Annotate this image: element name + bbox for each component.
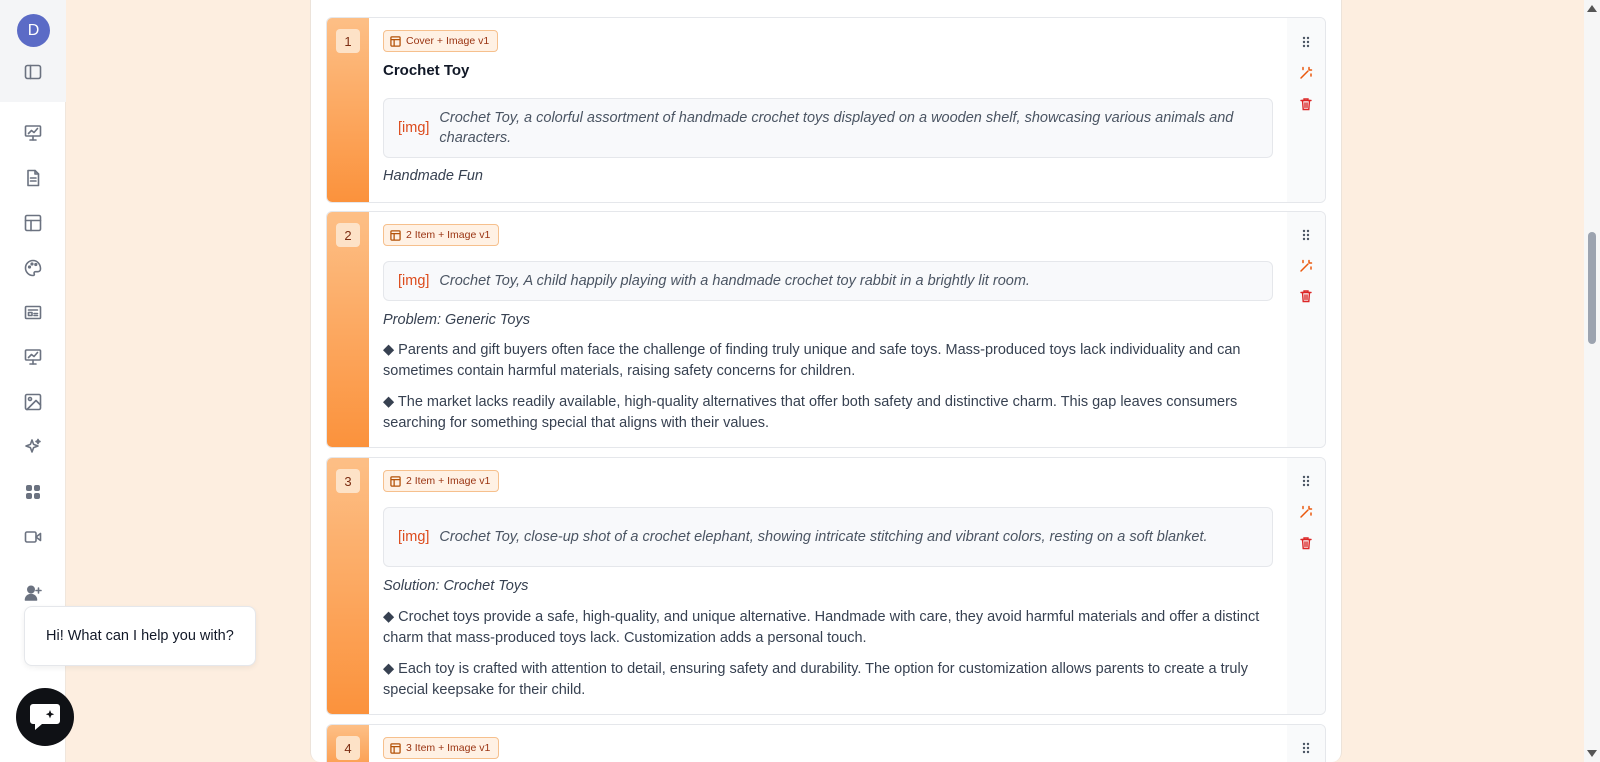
scroll-down-icon[interactable]	[1587, 750, 1597, 757]
layout-tag[interactable]: 3 Item + Image v1	[383, 737, 500, 759]
apps-icon[interactable]	[22, 481, 44, 503]
delete-icon[interactable]	[1297, 534, 1315, 552]
drag-handle-icon[interactable]	[1297, 226, 1315, 244]
delete-icon[interactable]	[1297, 95, 1315, 113]
layout-tag[interactable]: 2 Item + Image v1	[383, 224, 500, 246]
image-prompt-box[interactable]: [img] Crochet Toy, close-up shot of a cr…	[383, 507, 1273, 567]
image-prompt[interactable]: Crochet Toy, close-up shot of a crochet …	[439, 527, 1207, 547]
layout-icon	[390, 742, 401, 754]
slide-actions	[1287, 18, 1325, 202]
scrollbar-thumb[interactable]	[1588, 232, 1596, 344]
img-tag: [img]	[398, 273, 430, 289]
magic-wand-icon[interactable]	[1297, 257, 1315, 275]
document-icon[interactable]	[22, 167, 44, 189]
layout-tag[interactable]: Cover + Image v1	[383, 30, 499, 52]
add-user-icon[interactable]	[22, 582, 44, 604]
slide-card[interactable]: 4 3 Item + Image v1	[326, 724, 1326, 762]
delete-icon[interactable]	[1297, 287, 1315, 305]
chat-greeting-bubble[interactable]: Hi! What can I help you with?	[24, 606, 256, 666]
slide-actions	[1287, 458, 1325, 714]
slide-actions	[1287, 212, 1325, 447]
drag-handle-icon[interactable]	[1297, 472, 1315, 490]
slide-accent-bar: 3	[327, 458, 369, 714]
sparkles-icon[interactable]	[22, 436, 44, 458]
slide-actions	[1287, 725, 1325, 762]
image-prompt-box[interactable]: [img] Crochet Toy, A child happily playi…	[383, 261, 1273, 301]
slide-number: 4	[336, 736, 360, 760]
bullet-item[interactable]: ◆ Crochet toys provide a safe, high-qual…	[383, 607, 1273, 648]
slide-subtitle[interactable]: Problem: Generic Toys	[383, 312, 530, 328]
sidebar-toggle-icon[interactable]	[22, 61, 44, 83]
chat-greeting-text: Hi! What can I help you with?	[46, 628, 234, 644]
drag-handle-icon[interactable]	[1297, 33, 1315, 51]
slide-accent-bar: 1	[327, 18, 369, 202]
layout-tag-label: 2 Item + Image v1	[406, 229, 491, 241]
palette-icon[interactable]	[22, 257, 44, 279]
slide-subtitle[interactable]: Handmade Fun	[383, 168, 483, 184]
img-tag: [img]	[398, 529, 430, 545]
scroll-up-icon[interactable]	[1587, 5, 1597, 12]
bullet-item[interactable]: ◆ Each toy is crafted with attention to …	[383, 659, 1273, 700]
slideshow-icon[interactable]	[22, 302, 44, 324]
chat-launcher-button[interactable]	[16, 688, 74, 746]
analytics-icon[interactable]	[22, 346, 44, 368]
sidebar-header: D	[0, 0, 66, 102]
layout-tag-label: 2 Item + Image v1	[406, 475, 491, 487]
layout-tag-label: 3 Item + Image v1	[406, 742, 491, 754]
magic-wand-icon[interactable]	[1297, 64, 1315, 82]
magic-wand-icon[interactable]	[1297, 503, 1315, 521]
video-icon[interactable]	[22, 526, 44, 548]
image-prompt[interactable]: Crochet Toy, A child happily playing wit…	[439, 271, 1030, 291]
img-tag: [img]	[398, 120, 430, 136]
image-prompt-box[interactable]: [img] Crochet Toy, a colorful assortment…	[383, 98, 1273, 158]
layout-tag[interactable]: 2 Item + Image v1	[383, 470, 500, 492]
avatar[interactable]: D	[17, 14, 50, 47]
slide-title[interactable]: Crochet Toy	[383, 62, 469, 79]
slide-number: 1	[336, 29, 360, 53]
slide-accent-bar: 2	[327, 212, 369, 447]
bullet-item[interactable]: ◆ Parents and gift buyers often face the…	[383, 340, 1273, 381]
bullet-item[interactable]: ◆ The market lacks readily available, hi…	[383, 392, 1273, 433]
presentation-chart-icon[interactable]	[22, 122, 44, 144]
slide-subtitle[interactable]: Solution: Crochet Toys	[383, 578, 528, 594]
slide-card[interactable]: 1 Cover + Image v1 Crochet Toy [img] Cro…	[326, 17, 1326, 203]
slide-card[interactable]: 2 2 Item + Image v1 [img] Crochet Toy, A…	[326, 211, 1326, 448]
slide-accent-bar: 4	[327, 725, 369, 762]
image-icon[interactable]	[22, 391, 44, 413]
drag-handle-icon[interactable]	[1297, 739, 1315, 757]
layout-icon	[390, 35, 401, 47]
image-prompt[interactable]: Crochet Toy, a colorful assortment of ha…	[439, 108, 1258, 148]
slide-card[interactable]: 3 2 Item + Image v1 [img] Crochet Toy, c…	[326, 457, 1326, 715]
layout-icon	[390, 475, 401, 487]
chat-icon	[30, 704, 60, 730]
slide-number: 3	[336, 469, 360, 493]
layout-icon	[390, 229, 401, 241]
slide-number: 2	[336, 223, 360, 247]
layout-icon[interactable]	[22, 212, 44, 234]
layout-tag-label: Cover + Image v1	[406, 35, 490, 47]
scrollbar[interactable]	[1584, 0, 1600, 762]
